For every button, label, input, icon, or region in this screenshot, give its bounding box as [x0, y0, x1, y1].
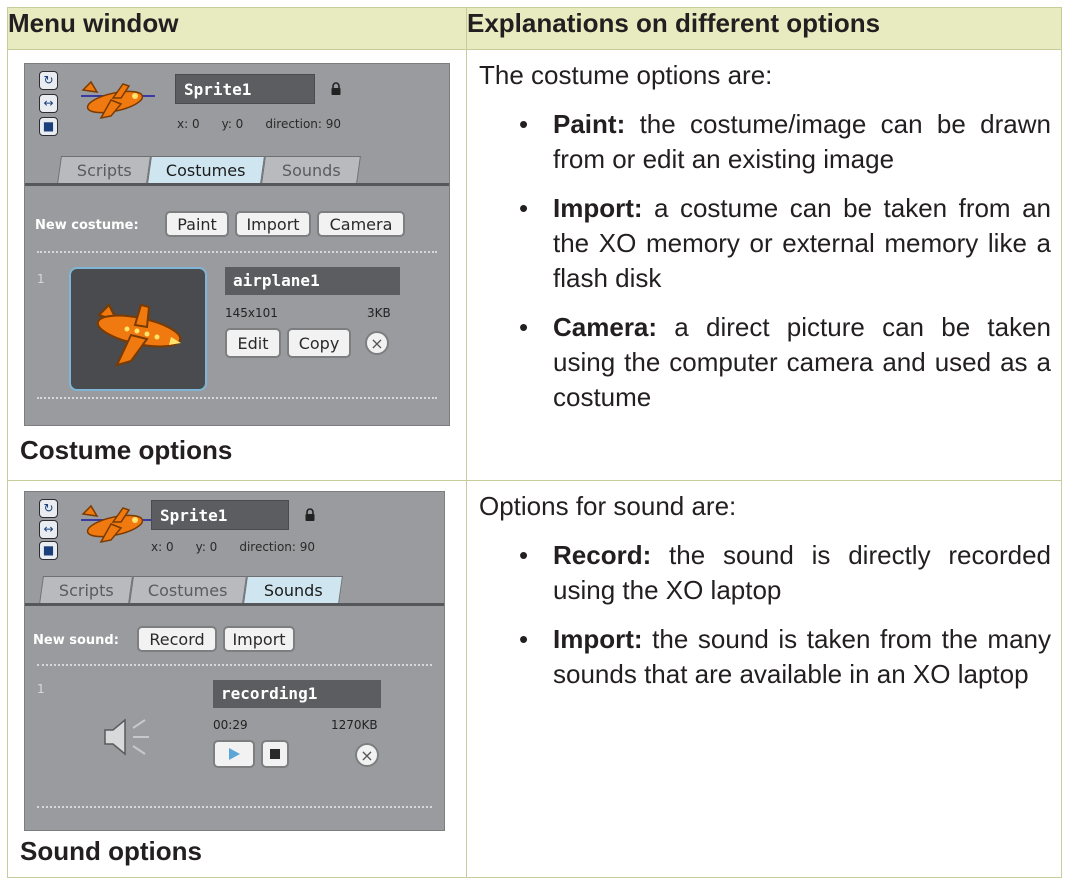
delete-icon[interactable]: ×	[365, 331, 389, 355]
sound-intro: Options for sound are:	[479, 491, 737, 521]
stop-button[interactable]	[261, 740, 289, 768]
play-button[interactable]	[213, 740, 255, 768]
no-rotate-icon[interactable]: ■	[39, 541, 58, 560]
import-button[interactable]: Import	[235, 211, 311, 237]
delete-icon[interactable]: ×	[355, 743, 379, 767]
no-rotate-icon[interactable]: ■	[39, 117, 58, 136]
tab-separator	[25, 603, 444, 606]
x-readout: x: 0	[177, 117, 200, 131]
divider	[37, 251, 437, 253]
rotate-icon[interactable]: ↻	[39, 499, 58, 518]
sound-index: 1	[37, 682, 45, 696]
play-icon	[229, 748, 240, 760]
costume-explanation-cell: The costume options are: • Paint: the cos…	[466, 49, 1062, 481]
divider	[37, 397, 437, 399]
costume-dimensions: 145x101	[225, 306, 278, 320]
costume-name-field[interactable]: airplane1	[225, 267, 400, 295]
sprite-name-field[interactable]: Sprite1	[175, 74, 315, 104]
divider	[37, 806, 432, 808]
y-readout: y: 0	[195, 540, 218, 554]
sound-name-field[interactable]: recording1	[213, 680, 381, 708]
sound-menu-cell: ↻ ↔ ■ Sprite1 x: 0 y: 0 direction: 90 Sc…	[7, 480, 467, 878]
new-sound-label: New sound:	[33, 633, 119, 648]
tab-sounds[interactable]: Sounds	[243, 576, 343, 604]
sound-duration: 00:29	[213, 718, 248, 732]
list-item: • Import: a costume can be taken from an …	[519, 193, 1051, 293]
tab-scripts[interactable]: Scripts	[39, 576, 133, 604]
sound-row: ↻ ↔ ■ Sprite1 x: 0 y: 0 direction: 90 Sc…	[7, 480, 1062, 878]
costume-caption: Costume options	[20, 435, 233, 465]
tab-separator	[25, 183, 449, 186]
list-item: • Record: the sound is directly recorded …	[519, 540, 1051, 605]
costume-menu-cell: ↻ ↔ ■ Sprite1 x: 0 y: 0 direction: 90 Sc…	[7, 49, 467, 481]
costume-options-list: • Paint: the costume/image can be drawn f…	[479, 107, 1051, 415]
copy-button[interactable]: Copy	[287, 328, 351, 358]
options-table: Menu window Explanations on different op…	[7, 7, 1062, 878]
header-menu-window: Menu window	[7, 7, 467, 50]
rotate-icon[interactable]: ↻	[39, 71, 58, 90]
airplane-sprite-icon	[81, 504, 155, 544]
sound-explanation-cell: Options for sound are: • Record: the soun…	[466, 480, 1062, 878]
tab-scripts[interactable]: Scripts	[57, 156, 151, 184]
lock-icon[interactable]	[330, 82, 342, 96]
x-readout: x: 0	[151, 540, 174, 554]
direction-readout: direction: 90	[265, 117, 342, 131]
direction-readout: direction: 90	[239, 540, 316, 554]
record-button[interactable]: Record	[137, 626, 217, 652]
lock-icon[interactable]	[304, 508, 316, 522]
tab-costumes[interactable]: Costumes	[147, 156, 265, 184]
sprite-coordinates: x: 0 y: 0 direction: 90	[177, 117, 363, 131]
sprite-name-field[interactable]: Sprite1	[151, 500, 289, 530]
speaker-icon	[104, 718, 149, 756]
paint-button[interactable]: Paint	[165, 211, 229, 237]
costume-index: 1	[37, 272, 45, 286]
costume-filesize: 3KB	[367, 306, 391, 320]
costume-panel-screenshot: ↻ ↔ ■ Sprite1 x: 0 y: 0 direction: 90 Sc…	[24, 63, 450, 426]
divider	[37, 664, 432, 666]
new-costume-label: New costume:	[35, 218, 139, 233]
tab-sounds[interactable]: Sounds	[261, 156, 361, 184]
costume-intro: The costume options are:	[479, 60, 773, 90]
import-sound-button[interactable]: Import	[223, 626, 295, 652]
sound-filesize: 1270KB	[331, 718, 378, 732]
sound-caption: Sound options	[20, 836, 202, 866]
sound-options-list: • Record: the sound is directly recorded …	[479, 538, 1051, 692]
sprite-coordinates: x: 0 y: 0 direction: 90	[151, 540, 337, 554]
airplane-costume-icon	[96, 303, 182, 367]
airplane-sprite-icon	[81, 80, 155, 120]
tab-costumes[interactable]: Costumes	[129, 576, 247, 604]
stop-icon	[270, 749, 280, 759]
edit-button[interactable]: Edit	[225, 328, 281, 358]
flip-icon[interactable]: ↔	[39, 520, 58, 539]
costume-row: ↻ ↔ ■ Sprite1 x: 0 y: 0 direction: 90 Sc…	[7, 49, 1062, 481]
flip-icon[interactable]: ↔	[39, 94, 58, 113]
sound-panel-screenshot: ↻ ↔ ■ Sprite1 x: 0 y: 0 direction: 90 Sc…	[24, 491, 445, 831]
table-header-row: Menu window Explanations on different op…	[7, 7, 1062, 50]
list-item: • Camera: a direct picture can be taken u…	[519, 312, 1051, 412]
y-readout: y: 0	[221, 117, 244, 131]
list-item: • Import: the sound is taken from the man…	[519, 624, 1051, 689]
costume-thumbnail[interactable]	[69, 267, 207, 391]
camera-button[interactable]: Camera	[317, 211, 405, 237]
header-explanations: Explanations on different options	[466, 7, 1062, 50]
list-item: • Paint: the costume/image can be drawn f…	[519, 109, 1051, 174]
